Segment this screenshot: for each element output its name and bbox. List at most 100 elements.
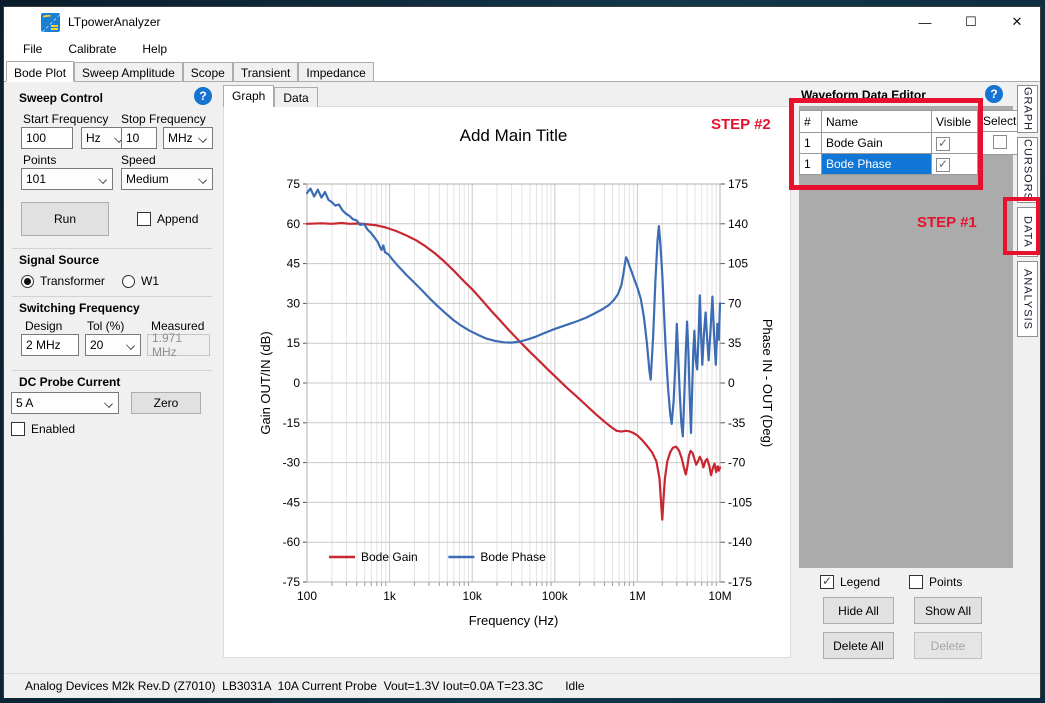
show-all-button[interactable]: Show All <box>914 597 982 624</box>
tab-bode-plot[interactable]: Bode Plot <box>6 61 74 82</box>
right-tick-label: -70 <box>728 456 746 470</box>
bode-chart[interactable]: 7517560140451053070153500-15-35-30-70-45… <box>223 106 791 658</box>
points-label: Points <box>929 575 962 589</box>
stop-frequency-unit-select[interactable]: MHz <box>163 127 213 149</box>
design-input[interactable]: 2 MHz <box>21 334 79 356</box>
waveform-editor-help-icon[interactable]: ? <box>985 85 1003 103</box>
status-text: Analog Devices M2k Rev.D (Z7010) LB3031A… <box>25 679 543 693</box>
step1-annotation-label: STEP #1 <box>917 214 977 231</box>
side-tab-cursors[interactable]: CURSORS <box>1017 137 1038 203</box>
status-bar: Analog Devices M2k Rev.D (Z7010) LB3031A… <box>4 673 1040 698</box>
measured-field: 1.971 MHz <box>147 334 210 356</box>
x-tick-label: 1M <box>629 589 646 603</box>
delete-all-button[interactable]: Delete All <box>823 632 894 659</box>
close-button[interactable]: ✕ <box>994 7 1040 37</box>
right-tick-label: -140 <box>728 535 752 549</box>
left-tick-label: -30 <box>283 456 301 470</box>
sweep-control-title: Sweep Control <box>19 91 103 105</box>
x-tick-label: 10M <box>708 589 731 603</box>
transformer-label: Transformer <box>40 274 105 288</box>
design-label: Design <box>25 319 62 333</box>
start-frequency-input[interactable]: 100 <box>21 127 73 149</box>
dc-probe-title: DC Probe Current <box>19 375 120 389</box>
stop-frequency-label: Stop Frequency <box>121 112 206 126</box>
bode-gain-curve <box>307 223 720 520</box>
left-tick-label: -60 <box>283 535 301 549</box>
left-tick-label: -45 <box>283 495 301 509</box>
start-frequency-label: Start Frequency <box>23 112 108 126</box>
enabled-checkbox[interactable] <box>11 422 25 436</box>
x-tick-label: 1k <box>383 589 397 603</box>
graph-tab-bar: Graph Data <box>223 85 318 107</box>
minimize-button[interactable]: — <box>902 7 948 37</box>
app-window: LTpowerAnalyzer — ☐ ✕ File Calibrate Hel… <box>3 6 1041 697</box>
left-axis-label: Gain OUT/IN (dB) <box>258 331 273 434</box>
points-label: Points <box>23 153 56 167</box>
tab-transient[interactable]: Transient <box>233 62 299 81</box>
tab-impedance[interactable]: Impedance <box>298 62 373 81</box>
side-tab-analysis[interactable]: ANALYSIS <box>1017 261 1038 337</box>
points-select[interactable]: 101 <box>21 168 113 190</box>
chevron-down-icon <box>126 341 135 350</box>
chevron-down-icon <box>198 175 207 184</box>
window-title: LTpowerAnalyzer <box>68 15 160 29</box>
tab-scope[interactable]: Scope <box>183 62 233 81</box>
right-tick-label: -35 <box>728 416 746 430</box>
select-column: Select <box>978 110 1021 155</box>
left-tick-label: 45 <box>287 257 301 271</box>
app-icon <box>41 13 60 32</box>
select-checkbox[interactable] <box>993 135 1007 149</box>
bode-chart-canvas[interactable]: 7517560140451053070153500-15-35-30-70-45… <box>224 107 792 659</box>
menu-help[interactable]: Help <box>132 38 177 60</box>
left-tick-label: 30 <box>287 296 301 310</box>
w1-radio[interactable] <box>122 275 135 288</box>
right-tick-label: -105 <box>728 495 752 509</box>
x-tick-label: 100 <box>297 589 317 603</box>
maximize-button[interactable]: ☐ <box>948 7 994 37</box>
right-tick-label: 140 <box>728 217 748 231</box>
w1-label: W1 <box>141 274 159 288</box>
append-label: Append <box>157 212 198 226</box>
title-bar: LTpowerAnalyzer — ☐ ✕ <box>4 7 1040 37</box>
side-tab-graph[interactable]: GRAPH <box>1017 85 1038 133</box>
right-tick-label: 105 <box>728 257 748 271</box>
legend-checkbox[interactable] <box>820 575 834 589</box>
append-checkbox[interactable] <box>137 212 151 226</box>
step2-annotation-label: STEP #2 <box>711 116 771 133</box>
menu-calibrate[interactable]: Calibrate <box>58 38 126 60</box>
run-button[interactable]: Run <box>21 202 109 236</box>
tol-label: Tol (%) <box>87 319 124 333</box>
left-tick-label: -15 <box>283 416 301 430</box>
signal-source-title: Signal Source <box>19 253 99 267</box>
switching-frequency-title: Switching Frequency <box>19 301 140 315</box>
points-checkbox[interactable] <box>909 575 923 589</box>
tab-graph[interactable]: Graph <box>223 85 274 107</box>
menu-file[interactable]: File <box>13 38 52 60</box>
transformer-radio[interactable] <box>21 275 34 288</box>
left-tick-label: 75 <box>287 177 301 191</box>
speed-label: Speed <box>121 153 156 167</box>
legend-label: Legend <box>840 575 880 589</box>
sweep-control-panel: Sweep Control ? Start Frequency Stop Fre… <box>4 82 220 673</box>
delete-button[interactable]: Delete <box>914 632 982 659</box>
menu-bar: File Calibrate Help <box>4 37 1040 61</box>
tab-data[interactable]: Data <box>274 87 317 107</box>
tab-sweep-amplitude[interactable]: Sweep Amplitude <box>74 62 183 81</box>
hide-all-button[interactable]: Hide All <box>823 597 894 624</box>
stop-frequency-input[interactable]: 10 <box>121 127 157 149</box>
right-tick-label: -175 <box>728 575 752 589</box>
tol-select[interactable]: 20 <box>85 334 141 356</box>
chart-title[interactable]: Add Main Title <box>460 126 568 145</box>
right-tick-label: 0 <box>728 376 735 390</box>
speed-select[interactable]: Medium <box>121 168 213 190</box>
sweep-help-icon[interactable]: ? <box>194 87 212 105</box>
legend-entry: Bode Gain <box>361 550 418 564</box>
zero-button[interactable]: Zero <box>131 392 201 414</box>
enabled-label: Enabled <box>31 422 75 436</box>
x-tick-label: 10k <box>463 589 483 603</box>
chevron-down-icon <box>104 399 113 408</box>
right-axis-label: Phase IN - OUT (Deg) <box>760 319 775 447</box>
dc-probe-current-select[interactable]: 5 A <box>11 392 119 414</box>
chevron-down-icon <box>198 134 207 143</box>
left-tick-label: 15 <box>287 336 301 350</box>
